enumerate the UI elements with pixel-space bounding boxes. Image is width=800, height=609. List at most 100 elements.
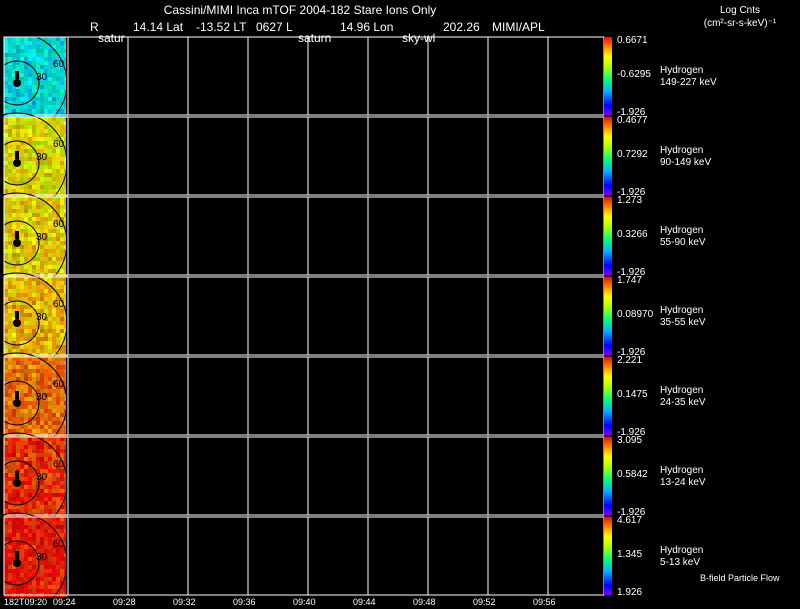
- heatmap-cell: [16, 49, 20, 53]
- heatmap-cell: [40, 581, 44, 585]
- heatmap-cell: [4, 53, 8, 57]
- heatmap-cell: [48, 173, 52, 177]
- heatmap-cell: [56, 245, 60, 249]
- heatmap-cell: [44, 337, 48, 341]
- heatmap-cell: [48, 377, 52, 381]
- heatmap-cell: [48, 277, 52, 281]
- heatmap-cell: [20, 65, 24, 69]
- heatmap-cell: [24, 161, 28, 165]
- heatmap-cell: [20, 497, 24, 501]
- heatmap-cell: [52, 97, 56, 101]
- heatmap-cell: [8, 537, 12, 541]
- heatmap-cell: [40, 501, 44, 505]
- heatmap-cell: [4, 201, 8, 205]
- heatmap-cell: [8, 81, 12, 85]
- heatmap-cell: [32, 525, 36, 529]
- heatmap-cell: [16, 441, 20, 445]
- heatmap-cell: [48, 337, 52, 341]
- heatmap-cell: [12, 37, 16, 41]
- lon-value: 14.96 Lon: [340, 20, 394, 34]
- heatmap-cell: [12, 517, 16, 521]
- heatmap-cell: [16, 297, 20, 301]
- heatmap-cell: [60, 237, 64, 241]
- heatmap-cell: [4, 565, 8, 569]
- heatmap-cell: [36, 425, 40, 429]
- heatmap-cell: [52, 109, 56, 113]
- heatmap-cell: [52, 345, 56, 349]
- heatmap-cell: [16, 409, 20, 413]
- heatmap-cell: [20, 317, 24, 321]
- heatmap-cell: [40, 285, 44, 289]
- heatmap-cell: [48, 569, 52, 573]
- heatmap-cell: [12, 329, 16, 333]
- heatmap-cell: [4, 397, 8, 401]
- heatmap-cell: [48, 289, 52, 293]
- heatmap-cell: [56, 81, 60, 85]
- heatmap-cell: [4, 393, 8, 397]
- heatmap-cell: [48, 577, 52, 581]
- heatmap-cell: [16, 533, 20, 537]
- heatmap-cell: [32, 189, 36, 193]
- heatmap-cell: [20, 457, 24, 461]
- heatmap-cell: [8, 73, 12, 77]
- heatmap-cell: [52, 429, 56, 433]
- heatmap-cell: [44, 289, 48, 293]
- heatmap-cell: [52, 481, 56, 485]
- heatmap-cell: [44, 333, 48, 337]
- heatmap-cell: [20, 349, 24, 353]
- heatmap-cell: [32, 529, 36, 533]
- heatmap-cell: [16, 249, 20, 253]
- heatmap-cell: [48, 313, 52, 317]
- heatmap-cell: [40, 449, 44, 453]
- heatmap-cell: [32, 501, 36, 505]
- heatmap-cell: [12, 297, 16, 301]
- heatmap-cell: [60, 357, 64, 361]
- heatmap-cell: [8, 305, 12, 309]
- heatmap-cell: [20, 185, 24, 189]
- heatmap-cell: [4, 445, 8, 449]
- heatmap-cell: [20, 417, 24, 421]
- heatmap-cell: [24, 189, 28, 193]
- ring-label-outer: 60: [53, 459, 65, 470]
- heatmap-cell: [52, 277, 56, 281]
- heatmap-cell: [32, 409, 36, 413]
- heatmap-cell: [52, 53, 56, 57]
- heatmap-cell: [8, 177, 12, 181]
- heatmap-cell: [32, 61, 36, 65]
- heatmap-cell: [4, 425, 8, 429]
- heatmap-cell: [16, 589, 20, 593]
- heatmap-cell: [32, 293, 36, 297]
- heatmap-cell: [8, 405, 12, 409]
- heatmap-cell: [40, 485, 44, 489]
- heatmap-cell: [20, 365, 24, 369]
- heatmap-cell: [44, 97, 48, 101]
- heatmap-cell: [44, 377, 48, 381]
- heatmap-cell: [12, 489, 16, 493]
- heatmap-cell: [40, 325, 44, 329]
- heatmap-cell: [4, 561, 8, 565]
- heatmap-cell: [40, 417, 44, 421]
- heatmap-cell: [36, 385, 40, 389]
- heatmap-cell: [56, 105, 60, 109]
- heatmap-cell: [16, 145, 20, 149]
- heatmap-cell: [56, 581, 60, 585]
- panel-label: Hydrogen 90-149 keV: [660, 145, 711, 169]
- heatmap-cell: [8, 357, 12, 361]
- heatmap-cell: [4, 209, 8, 213]
- heatmap-cell: [4, 317, 8, 321]
- heatmap-cell: [4, 85, 8, 89]
- heatmap-cell: [20, 345, 24, 349]
- heatmap-cell: [48, 329, 52, 333]
- heatmap-cell: [60, 569, 64, 573]
- heatmap-cell: [16, 437, 20, 441]
- heatmap-cell: [52, 517, 56, 521]
- heatmap-cell: [8, 85, 12, 89]
- heatmap-cell: [12, 441, 16, 445]
- heatmap-cell: [8, 489, 12, 493]
- heatmap-cell: [60, 169, 64, 173]
- heatmap-cell: [60, 117, 64, 121]
- heatmap-cell: [28, 345, 32, 349]
- heatmap-cell: [44, 325, 48, 329]
- heatmap-cell: [36, 261, 40, 265]
- heatmap-cell: [24, 309, 28, 313]
